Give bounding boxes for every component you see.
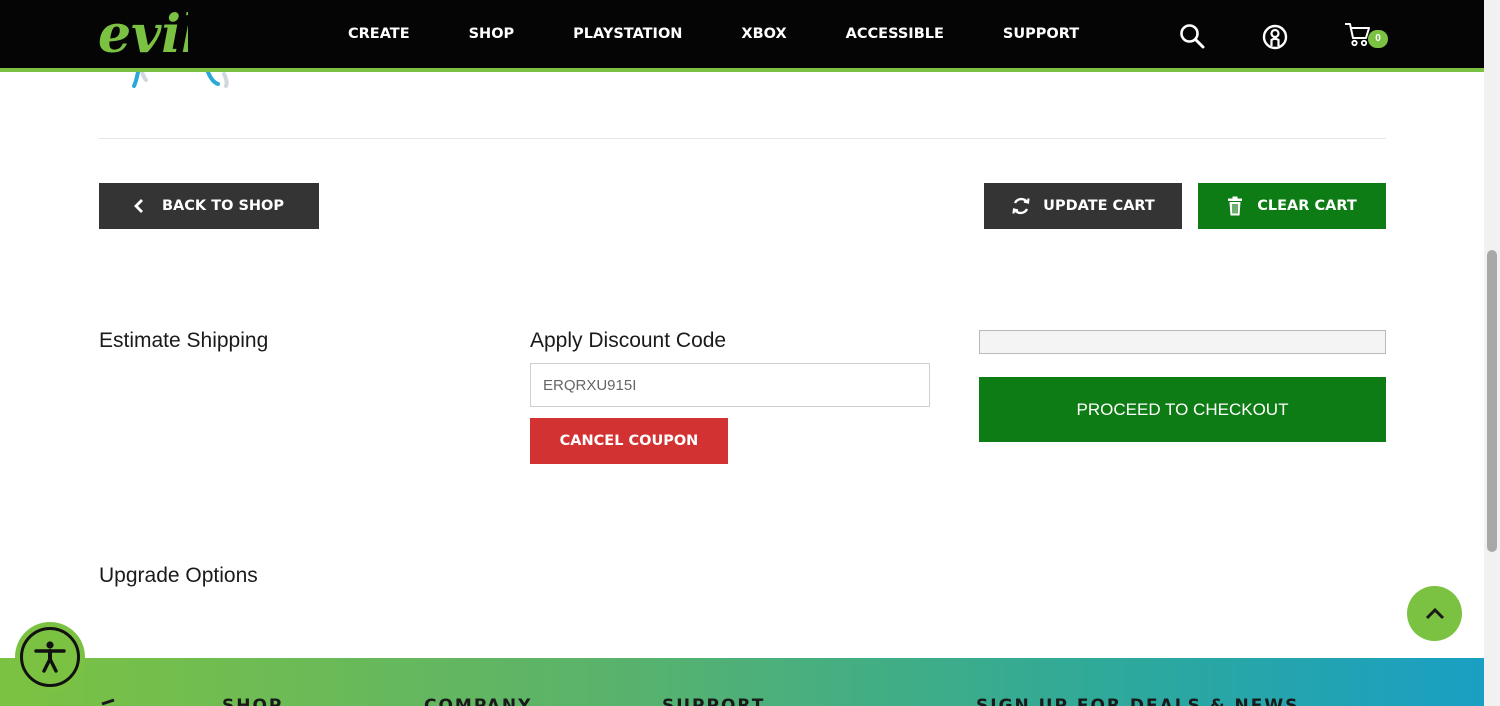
search-icon[interactable] xyxy=(1179,23,1205,49)
nav-xbox[interactable]: XBOX xyxy=(741,26,786,42)
upgrade-options-title: Upgrade Options xyxy=(99,564,258,587)
chevron-up-icon xyxy=(1425,607,1444,619)
accessibility-icon-ring xyxy=(20,627,80,687)
site-footer: SHOP COMPANY SUPPORT SIGN UP FOR DEALS &… xyxy=(0,658,1484,706)
cart-count-badge: 0 xyxy=(1368,30,1388,48)
svg-text:evil: evil xyxy=(98,4,188,62)
accessibility-button[interactable] xyxy=(15,622,85,692)
main-nav: CREATE SHOP PLAYSTATION XBOX ACCESSIBLE … xyxy=(348,0,1138,68)
nav-support[interactable]: SUPPORT xyxy=(1003,26,1079,42)
scroll-to-top-button[interactable] xyxy=(1407,586,1462,641)
discount-code-input[interactable] xyxy=(530,363,930,407)
nav-playstation[interactable]: PLAYSTATION xyxy=(573,26,682,42)
discount-code-title: Apply Discount Code xyxy=(530,329,727,352)
product-image xyxy=(132,72,229,88)
footer-col-company: COMPANY xyxy=(424,696,533,706)
footer-logo-fragment xyxy=(101,698,115,706)
nav-accessible[interactable]: ACCESSIBLE xyxy=(846,26,944,42)
site-header: evil CREATE SHOP PLAYSTATION XBOX ACCESS… xyxy=(0,0,1484,72)
update-cart-label: UPDATE CART xyxy=(1043,198,1155,214)
nav-shop[interactable]: SHOP xyxy=(469,26,515,42)
account-icon[interactable] xyxy=(1262,24,1288,50)
footer-col-support: SUPPORT xyxy=(662,696,766,706)
update-cart-button[interactable]: UPDATE CART xyxy=(984,183,1182,229)
cart-totals-bar xyxy=(979,330,1386,354)
cancel-coupon-button[interactable]: CANCEL COUPON xyxy=(530,418,728,464)
nav-create[interactable]: CREATE xyxy=(348,26,410,42)
chevron-left-icon xyxy=(134,198,144,214)
page-scrollbar[interactable] xyxy=(1484,0,1500,706)
section-divider xyxy=(99,138,1386,139)
clear-cart-label: CLEAR CART xyxy=(1257,198,1357,214)
proceed-to-checkout-button[interactable]: PROCEED TO CHECKOUT xyxy=(979,377,1386,442)
accessibility-icon xyxy=(34,641,66,673)
trash-icon xyxy=(1227,196,1243,216)
clear-cart-button[interactable]: CLEAR CART xyxy=(1198,183,1386,229)
back-to-shop-button[interactable]: BACK TO SHOP xyxy=(99,183,319,229)
estimate-shipping-title[interactable]: Estimate Shipping xyxy=(99,329,268,353)
evil-logo[interactable]: evil xyxy=(98,4,188,62)
scrollbar-thumb[interactable] xyxy=(1487,250,1497,552)
footer-col-signup: SIGN UP FOR DEALS & NEWS xyxy=(976,696,1300,706)
refresh-icon xyxy=(1011,196,1031,216)
footer-col-shop: SHOP xyxy=(222,696,284,706)
back-to-shop-label: BACK TO SHOP xyxy=(162,198,284,214)
